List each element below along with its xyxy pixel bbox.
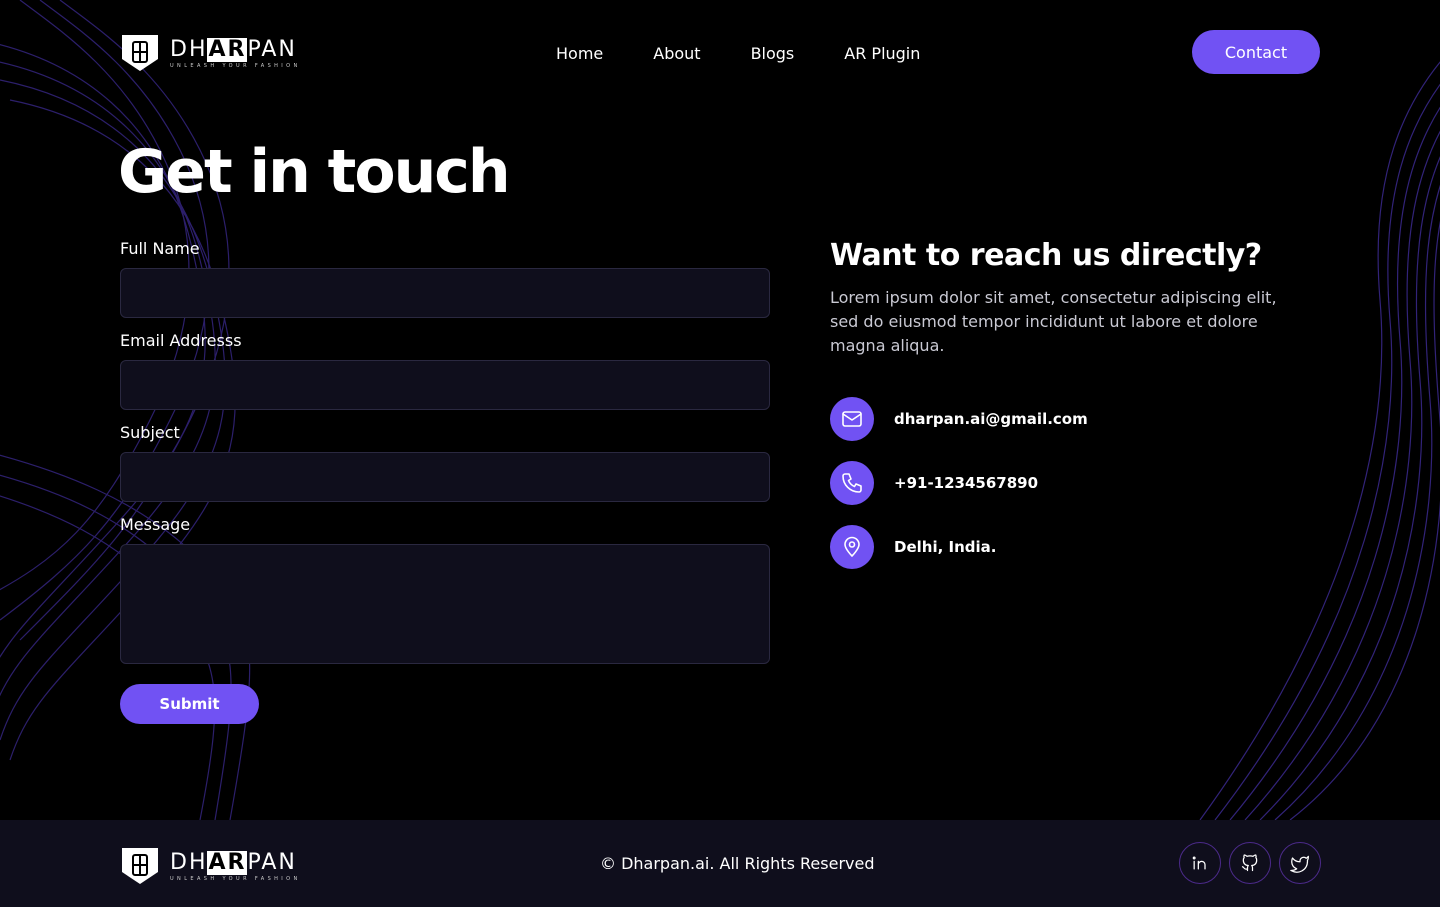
email-input[interactable] [120, 360, 770, 410]
location-contact: Delhi, India. [830, 525, 996, 569]
mail-icon [830, 397, 874, 441]
phone-contact[interactable]: +91-1234567890 [830, 461, 1038, 505]
nav-ar-plugin[interactable]: AR Plugin [844, 44, 920, 64]
location-pin-icon [830, 525, 874, 569]
reach-description: Lorem ipsum dolor sit amet, consectetur … [830, 288, 1277, 355]
brand-wordmark: DH AR PAN [170, 36, 297, 62]
twitter-icon [1290, 855, 1309, 873]
nav-home[interactable]: Home [556, 44, 603, 64]
email-text: dharpan.ai@gmail.com [894, 410, 1088, 428]
phone-text: +91-1234567890 [894, 474, 1039, 492]
nav-about[interactable]: About [653, 44, 700, 64]
location-text: Delhi, India. [894, 538, 997, 556]
contact-button[interactable]: Contact [1192, 30, 1320, 74]
footer-brand-wordmark: DH AR PAN [170, 849, 297, 875]
page-title: Get in touch [118, 137, 511, 207]
message-textarea[interactable] [120, 544, 770, 664]
linkedin-link[interactable] [1179, 842, 1221, 884]
main-nav: Home About Blogs AR Plugin [556, 44, 920, 64]
github-link[interactable] [1229, 842, 1271, 884]
shield-logo-icon [122, 848, 158, 884]
phone-icon [830, 461, 874, 505]
email-label: Email Addresss [120, 331, 242, 350]
linkedin-icon [1192, 856, 1206, 870]
shield-logo-icon [122, 35, 158, 71]
nav-blogs[interactable]: Blogs [751, 44, 795, 64]
github-icon [1241, 854, 1258, 872]
site-header: DH AR PAN UNLEASH YOUR FASHION Home About … [0, 0, 1440, 110]
footer-brand-logo[interactable]: DH AR PAN UNLEASH YOUR FASHION [120, 846, 301, 886]
brand-tagline: UNLEASH YOUR FASHION [170, 62, 301, 69]
message-label: Message [120, 515, 191, 534]
brand-logo[interactable]: DH AR PAN UNLEASH YOUR FASHION [120, 33, 301, 73]
submit-button[interactable]: Submit [120, 684, 259, 724]
subject-input[interactable] [120, 452, 770, 502]
full-name-label: Full Name [120, 239, 200, 258]
twitter-link[interactable] [1279, 842, 1321, 884]
full-name-input[interactable] [120, 268, 770, 318]
email-contact[interactable]: dharpan.ai@gmail.com [830, 397, 1088, 441]
site-footer: DH AR PAN UNLEASH YOUR FASHION © Dharpan.a… [0, 820, 1440, 907]
footer-brand-tagline: UNLEASH YOUR FASHION [170, 875, 301, 882]
reach-heading: Want to reach us directly? [830, 238, 1262, 273]
copyright-text: © Dharpan.ai. All Rights Reserved [600, 854, 875, 873]
subject-label: Subject [120, 423, 180, 442]
social-links [1179, 842, 1321, 884]
